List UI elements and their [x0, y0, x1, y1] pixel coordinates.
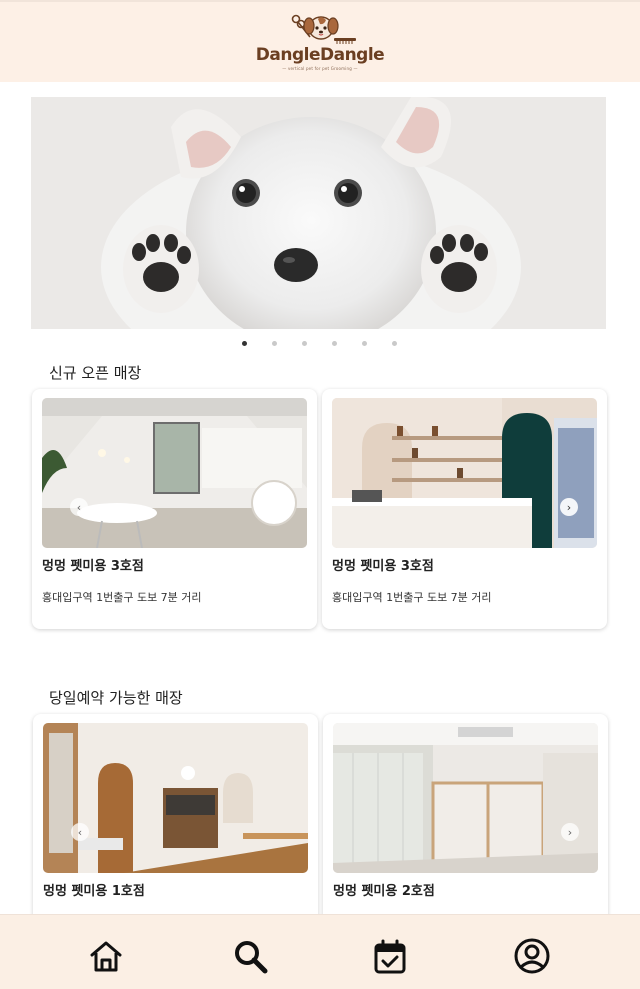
bottom-nav: [0, 914, 640, 989]
section-title-new-stores: 신규 오픈 매장: [49, 364, 142, 382]
store-location: 홍대입구역 1번출구 도보 7분 거리: [332, 591, 492, 604]
store-card[interactable]: › 멍멍 펫미용 3호점 홍대입구역 1번출구 도보 7분 거리: [322, 389, 607, 629]
nav-search[interactable]: [231, 937, 269, 975]
store-name: 멍멍 펫미용 2호점: [333, 884, 435, 899]
store-photo: ›: [332, 398, 597, 548]
store-name: 멍멍 펫미용 3호점: [332, 559, 434, 574]
nav-reservations[interactable]: [371, 937, 409, 975]
store-photo: ›: [333, 723, 598, 873]
banner-pagination: [0, 338, 640, 350]
dog-logo-icon: [291, 14, 356, 44]
next-arrow-icon[interactable]: ›: [561, 823, 579, 841]
nav-home[interactable]: [87, 937, 125, 975]
pagination-dot[interactable]: [272, 341, 277, 346]
store-photo: ‹: [43, 723, 308, 873]
store-photo: ‹: [42, 398, 307, 548]
brand-logo[interactable]: DangleDangle — vertical pet for pet Groo…: [255, 13, 385, 71]
prev-arrow-icon[interactable]: ‹: [71, 823, 89, 841]
pagination-dot[interactable]: [392, 341, 397, 346]
store-name: 멍멍 펫미용 1호점: [43, 884, 145, 899]
store-card[interactable]: ‹ 멍멍 펫미용 3호점 홍대입구역 1번출구 도보 7분 거리: [32, 389, 317, 629]
store-name: 멍멍 펫미용 3호점: [42, 559, 144, 574]
next-arrow-icon[interactable]: ›: [560, 498, 578, 516]
logo-text: DangleDangle: [255, 45, 385, 65]
calendar-check-icon: [374, 939, 406, 974]
banner-dog-image: [31, 97, 606, 329]
search-icon: [235, 941, 268, 974]
new-stores-carousel: ‹ 멍멍 펫미용 3호점 홍대입구역 1번출구 도보 7분 거리 › 멍멍 펫미…: [32, 389, 608, 629]
pagination-dot[interactable]: [302, 341, 307, 346]
prev-arrow-icon[interactable]: ‹: [70, 498, 88, 516]
app-header: DangleDangle — vertical pet for pet Groo…: [0, 0, 640, 82]
logo-tagline: — vertical pet for pet Grooming —: [282, 66, 358, 71]
store-location: 홍대입구역 1번출구 도보 7분 거리: [42, 591, 202, 604]
user-circle-icon: [514, 938, 550, 974]
pagination-dot[interactable]: [362, 341, 367, 346]
home-icon: [90, 941, 122, 972]
hero-banner[interactable]: [31, 97, 606, 329]
nav-profile[interactable]: [513, 937, 551, 975]
pagination-dot[interactable]: [242, 341, 247, 346]
section-title-same-day: 당일예약 가능한 매장: [49, 689, 183, 707]
pagination-dot[interactable]: [332, 341, 337, 346]
